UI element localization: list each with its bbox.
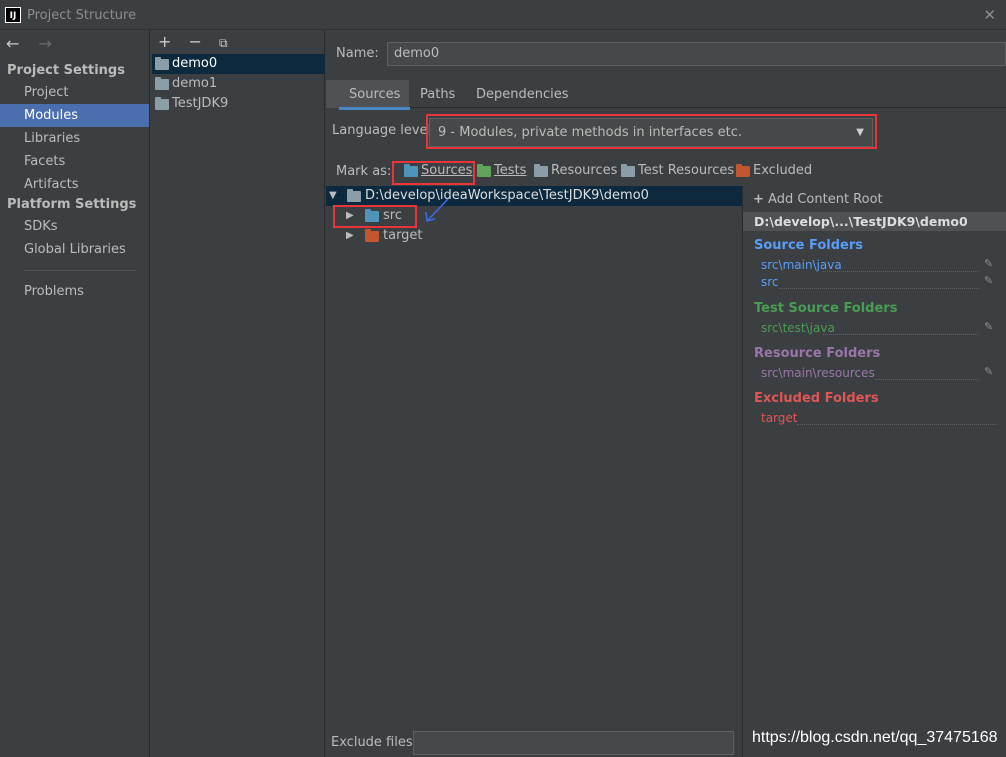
tree-root-row[interactable]: ▼ D:\develop\ideaWorkspace\TestJDK9\demo… [326,186,742,206]
mark-excluded-button[interactable]: Excluded [736,161,812,181]
tab-paths[interactable]: Paths [420,87,455,102]
tree-item-label: target [383,228,423,243]
language-level-select[interactable]: 9 - Modules, private methods in interfac… [429,118,873,147]
edit-pencil-icon[interactable]: ✎ [984,274,993,287]
tests-folder-icon [477,164,491,177]
nav-section-project-settings: Project Settings [7,63,125,78]
source-folder-item[interactable]: src [761,275,779,289]
add-content-root-label: Add Content Root [768,192,883,207]
nav-section-platform-settings: Platform Settings [7,197,137,212]
annotation-arrow-icon [425,198,449,222]
window-title: Project Structure [27,8,137,23]
chevron-down-icon: ▼ [856,127,864,138]
nav-item-artifacts[interactable]: Artifacts [0,173,149,196]
sources-folder-icon [404,164,418,177]
nav-item-facets[interactable]: Facets [0,150,149,173]
tab-dependencies[interactable]: Dependencies [476,87,569,102]
mark-resources-button[interactable]: Resources [534,161,617,181]
source-folder-item[interactable]: src\main\java [761,258,842,272]
name-label: Name: [336,46,379,61]
resources-folder-icon [534,164,548,177]
remove-module-button[interactable]: − [189,32,202,51]
edit-pencil-icon[interactable]: ✎ [984,365,993,378]
module-folder-icon [155,77,169,90]
mark-tests-button[interactable]: Tests [477,161,526,181]
mark-test-resources-button[interactable]: Test Resources [621,161,734,181]
title-bar: IJ Project Structure ✕ [0,0,1006,30]
mark-sources-label: Sources [421,163,473,178]
module-tabs: Sources Paths Dependencies [326,80,1006,110]
nav-item-modules[interactable]: Modules [0,104,149,127]
test-source-folder-item[interactable]: src\test\java [761,321,835,335]
add-module-button[interactable]: + [158,32,171,51]
resource-folders-title: Resource Folders [754,346,881,361]
arrow-left-icon[interactable]: ← [6,34,19,53]
sources-folder-icon [365,209,379,222]
content-root-panel: + Add Content Root D:\develop\...\TestJD… [742,186,1006,757]
modules-list-panel: + − ⧉ demo0 demo1 TestJDK9 [151,30,325,757]
content-root-path: D:\develop\...\TestJDK9\demo0 [743,212,1006,231]
tree-item-label: src [383,208,402,223]
module-item-label: demo1 [172,76,218,91]
folder-icon [347,189,361,202]
tree-row-target[interactable]: ▶ target [326,226,526,246]
nav-item-project[interactable]: Project [0,81,149,104]
module-settings-panel: Name: demo0 Sources Paths Dependencies L… [326,30,1006,757]
nav-divider [24,270,136,271]
test-resources-folder-icon [621,164,635,177]
module-item-label: TestJDK9 [172,96,229,111]
module-name-input[interactable]: demo0 [387,42,1006,66]
excluded-folder-icon [365,229,379,242]
mark-test-resources-label: Test Resources [638,163,735,178]
exclude-files-label: Exclude files: [331,735,418,750]
module-item[interactable]: demo0 [152,54,325,74]
add-content-root-button[interactable]: + Add Content Root [753,192,883,207]
source-folders-title: Source Folders [754,238,864,253]
watermark-text: https://blog.csdn.net/qq_37475168 [752,729,998,746]
mark-sources-button[interactable]: Sources [404,161,472,181]
arrow-right-icon[interactable]: → [39,34,52,53]
excluded-folder-item[interactable]: target [761,411,798,425]
module-folder-icon [155,97,169,110]
mark-tests-label: Tests [494,163,527,178]
exclude-files-input[interactable] [413,731,734,755]
module-item[interactable]: demo1 [152,74,325,94]
mark-as-label: Mark as: [336,164,392,179]
module-item[interactable]: TestJDK9 [152,94,325,114]
expand-triangle-icon[interactable]: ▶ [346,206,354,226]
nav-item-global-libraries[interactable]: Global Libraries [0,238,149,261]
expand-triangle-icon[interactable]: ▶ [346,226,354,246]
collapse-triangle-icon[interactable]: ▼ [329,186,337,206]
test-source-folders-title: Test Source Folders [754,301,898,316]
mark-excluded-label: Excluded [753,163,813,178]
resource-folder-item[interactable]: src\main\resources [761,366,875,380]
tab-sources[interactable]: Sources [338,87,411,110]
module-folder-icon [155,57,169,70]
module-item-label: demo0 [172,56,218,71]
settings-nav: ← → Project Settings Project Modules Lib… [0,30,150,757]
intellij-logo-icon: IJ [5,7,21,23]
nav-item-libraries[interactable]: Libraries [0,127,149,150]
tree-root-label: D:\develop\ideaWorkspace\TestJDK9\demo0 [365,188,649,203]
nav-item-sdks[interactable]: SDKs [0,215,149,238]
excluded-folder-icon [736,164,750,177]
copy-icon[interactable]: ⧉ [219,36,228,50]
mark-resources-label: Resources [551,163,618,178]
nav-item-problems[interactable]: Problems [0,280,149,303]
plus-icon: + [753,192,764,207]
close-icon[interactable]: ✕ [983,6,996,24]
content-root-tree: ▼ D:\develop\ideaWorkspace\TestJDK9\demo… [326,186,742,726]
language-level-label: Language level: [332,123,436,138]
excluded-folders-title: Excluded Folders [754,391,879,406]
edit-pencil-icon[interactable]: ✎ [984,257,993,270]
edit-pencil-icon[interactable]: ✎ [984,320,993,333]
language-level-value: 9 - Modules, private methods in interfac… [438,125,742,140]
